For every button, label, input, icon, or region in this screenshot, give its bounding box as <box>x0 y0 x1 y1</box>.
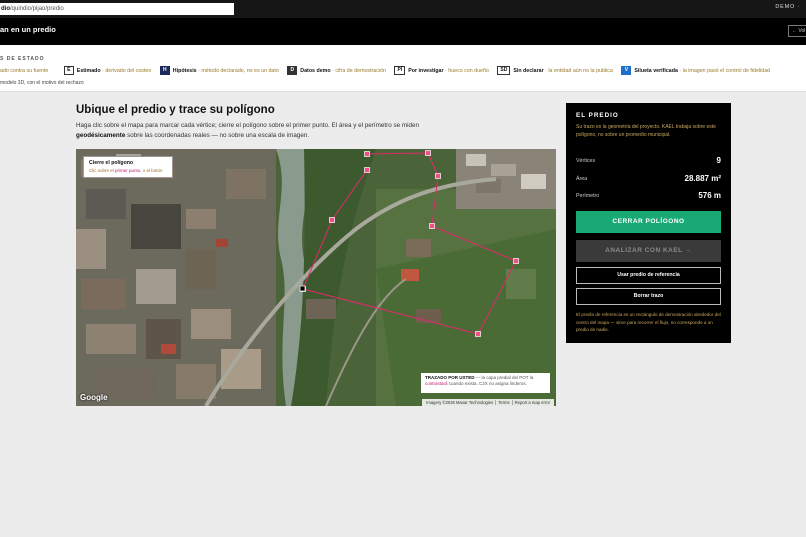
polygon-vertex[interactable] <box>429 223 435 229</box>
chip-v: V <box>621 66 632 75</box>
legend-heading: S DE ESTADO <box>0 56 45 62</box>
stat-perimeter: Perímetro 576 m <box>576 191 721 200</box>
panel-subtitle: Su trazo es la geometría del proyecto. K… <box>576 124 716 138</box>
legend-item-investigar: PI Por investigar · hueco con dueño <box>394 66 489 75</box>
chip-h: H <box>159 66 170 75</box>
intro-bold: geodésicamente <box>76 132 126 139</box>
drawn-by-user-note: TRAZADO POR USTED — la capa predial del … <box>421 373 550 393</box>
tooltip-hint: Clic sobre el primer punto, o el botón <box>89 168 163 173</box>
polygon-outline <box>302 152 517 335</box>
report-error-link[interactable]: Report a map error <box>511 400 552 405</box>
last-vertex-marker[interactable] <box>299 285 306 292</box>
polygon-vertex[interactable] <box>435 173 441 179</box>
close-polygon-button[interactable]: CERRAR POLÍGONO <box>576 211 721 233</box>
terms-link[interactable]: Terms <box>495 400 512 405</box>
back-button[interactable]: ← Vol <box>788 25 806 37</box>
chip-d: D <box>287 66 298 75</box>
polygon-vertex[interactable] <box>329 217 335 223</box>
tooltip-title: Cierre el polígono <box>89 160 134 166</box>
polygon-vertex[interactable] <box>475 331 481 337</box>
panel-footnote: El predio de referencia es un rectángulo… <box>576 312 721 332</box>
legend-item-silueta: V Silueta verificada · la imagen pasó el … <box>621 66 770 75</box>
google-logo: Google <box>80 393 108 402</box>
address-bar[interactable]: dio/quindio/pijao/predio <box>0 3 234 15</box>
legend-item-demo: D Datos demo · cifra de demostración <box>287 66 386 75</box>
page-title: Ubique el predio y trace su polígono <box>76 104 275 116</box>
polygon-vertex[interactable] <box>425 150 431 156</box>
map-attribution: Imagery ©2026 Maxar Technologies Terms Rep… <box>422 399 554 406</box>
panel-title: EL PREDIO <box>576 112 619 119</box>
demo-label: DEMO · <box>775 4 800 10</box>
stat-area: Área 28.887 m² <box>576 174 721 183</box>
satellite-map[interactable]: Cierre el polígono Clic sobre el primer … <box>76 149 556 406</box>
chip-pi: PI <box>394 66 406 75</box>
close-polygon-tooltip: Cierre el polígono Clic sobre el primer … <box>83 156 173 178</box>
legend-item-estimado: E Estimado · derivado del costeo <box>63 66 151 75</box>
polygon-vertex[interactable] <box>364 151 370 157</box>
legend-note: modelo 3D, con el motivo del rechazo <box>0 80 84 86</box>
intro-text: Haga clic sobre el mapa para marcar cada… <box>76 122 419 139</box>
browser-bar: dio/quindio/pijao/predio DEMO · <box>0 0 806 18</box>
drawn-polygon[interactable] <box>76 149 556 406</box>
polygon-vertex[interactable] <box>513 258 519 264</box>
chip-e: E <box>63 66 74 75</box>
chip-sd: SD <box>497 66 511 75</box>
legend-item-hipotesis: H Hipótesis · método declarado, no es un … <box>159 66 279 75</box>
legend-item-sin-declarar: SD Sin declarar · la entidad aún no la pu… <box>497 66 613 75</box>
status-legend: S DE ESTADO ado contra su fuente E Estima… <box>0 45 806 92</box>
app-header: an en un predio ← Vol <box>0 18 806 45</box>
legend-item-verified: ado contra su fuente <box>0 67 49 74</box>
use-reference-button[interactable]: Usar predio de referencia <box>576 267 721 284</box>
legend-row: ado contra su fuente E Estimado · derivad… <box>0 66 770 75</box>
parcel-panel: EL PREDIO Su trazo es la geometría del p… <box>566 103 731 343</box>
app-title: an en un predio <box>0 25 56 34</box>
polygon-vertex[interactable] <box>364 167 370 173</box>
imagery-credit: Imagery ©2026 Maxar Technologies <box>426 400 494 405</box>
analyze-kael-button[interactable]: ANALIZAR CON KAEL → <box>576 240 721 262</box>
address-host: dio <box>1 6 10 12</box>
address-path: /quindio/pijao/predio <box>10 6 64 12</box>
stat-vertices: Vértices 9 <box>576 156 721 165</box>
clear-drawing-button[interactable]: Borrar trazo <box>576 288 721 305</box>
